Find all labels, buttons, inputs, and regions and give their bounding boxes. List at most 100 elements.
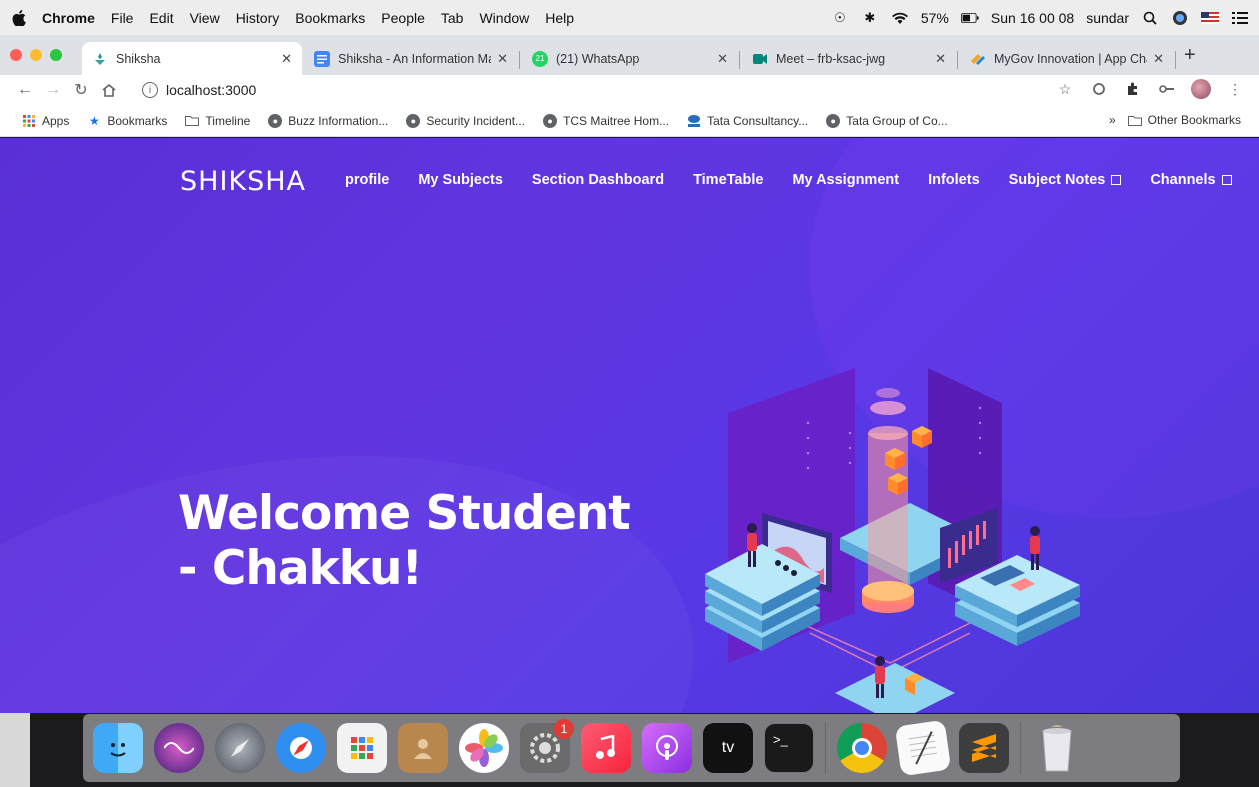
- notification-center-icon[interactable]: [1231, 11, 1249, 25]
- tab-divider: [957, 51, 958, 69]
- chrome-menu-icon[interactable]: ⋮: [1225, 79, 1245, 99]
- bluetooth-icon[interactable]: ✱: [861, 10, 879, 25]
- tab-shiksha[interactable]: Shiksha ✕: [82, 42, 302, 75]
- home-icon[interactable]: [98, 79, 120, 101]
- extension-circle-icon[interactable]: [1089, 79, 1109, 99]
- site-info-icon[interactable]: i: [142, 82, 158, 98]
- bookmark-star-icon[interactable]: ☆: [1055, 79, 1075, 99]
- menu-tab[interactable]: Tab: [441, 10, 464, 26]
- nav-profile[interactable]: profile: [345, 172, 389, 188]
- accessibility-icon[interactable]: ☉: [831, 10, 849, 25]
- siri-icon[interactable]: [154, 723, 204, 773]
- wifi-icon[interactable]: [891, 11, 909, 25]
- siri-menubar-icon[interactable]: [1171, 10, 1189, 25]
- dock-separator: [1020, 722, 1021, 774]
- minimize-window-button[interactable]: [30, 49, 42, 61]
- menubar-clock[interactable]: Sun 16 00 08: [991, 10, 1074, 26]
- globe-icon: ●: [268, 113, 283, 128]
- close-tab-icon[interactable]: ✕: [281, 51, 292, 67]
- menu-bookmarks[interactable]: Bookmarks: [295, 10, 365, 26]
- bookmark-security-incident[interactable]: ● Security Incident...: [406, 113, 526, 128]
- menu-window[interactable]: Window: [479, 10, 529, 26]
- tab-whatsapp[interactable]: 21 (21) WhatsApp ✕: [522, 42, 738, 75]
- nav-channels[interactable]: Channels: [1150, 172, 1232, 188]
- tab-shiksha-docs[interactable]: Shiksha - An Information Ma ✕: [304, 42, 518, 75]
- spotlight-search-icon[interactable]: [1141, 11, 1159, 25]
- nav-subject-notes[interactable]: Subject Notes: [1009, 172, 1122, 188]
- other-bookmarks[interactable]: Other Bookmarks: [1148, 113, 1241, 127]
- menu-history[interactable]: History: [236, 10, 280, 26]
- star-icon: ★: [88, 113, 100, 128]
- music-icon[interactable]: [581, 723, 631, 773]
- tv-label: tv: [721, 739, 735, 756]
- chrome-icon[interactable]: [837, 723, 887, 773]
- apple-tv-icon[interactable]: tv: [703, 723, 753, 773]
- photos-icon[interactable]: [459, 723, 509, 773]
- bookmark-tata-consultancy[interactable]: Tata Consultancy...: [687, 114, 808, 128]
- bookmark-bookmarks[interactable]: ★ Bookmarks: [87, 114, 167, 128]
- back-arrow-icon[interactable]: ←: [14, 79, 36, 101]
- close-window-button[interactable]: [10, 49, 22, 61]
- tata-logo-icon: [687, 114, 701, 128]
- password-key-icon[interactable]: [1157, 79, 1177, 99]
- reload-icon[interactable]: ↻: [70, 79, 92, 101]
- nav-timetable[interactable]: TimeTable: [693, 172, 763, 188]
- google-docs-favicon-icon: [314, 50, 330, 67]
- bookmark-apps[interactable]: Apps: [22, 114, 69, 128]
- profile-avatar[interactable]: [1191, 79, 1211, 99]
- sublime-text-icon[interactable]: [959, 723, 1009, 773]
- textedit-icon[interactable]: [894, 719, 952, 777]
- battery-icon[interactable]: [960, 11, 979, 25]
- site-brand-logo[interactable]: SHIKSHA: [180, 166, 306, 197]
- menubar-user[interactable]: sundar: [1086, 10, 1129, 26]
- apple-logo-icon[interactable]: [10, 9, 28, 27]
- bookmark-tcs-maitree[interactable]: ● TCS Maitree Hom...: [543, 113, 669, 128]
- us-flag-input-icon[interactable]: [1201, 11, 1219, 25]
- tab-divider: [739, 51, 740, 69]
- battery-percentage: 57%: [920, 9, 949, 26]
- new-tab-plus-icon[interactable]: +: [1184, 44, 1196, 67]
- bookmark-timeline[interactable]: Timeline: [185, 114, 250, 128]
- menu-view[interactable]: View: [190, 10, 220, 26]
- bookmark-buzz-information[interactable]: ● Buzz Information...: [268, 113, 388, 128]
- app-grid-icon[interactable]: [337, 723, 387, 773]
- bookmark-label: Apps: [42, 113, 70, 128]
- close-tab-icon[interactable]: ✕: [935, 51, 946, 67]
- address-url[interactable]: localhost:3000: [166, 82, 256, 98]
- whatsapp-favicon-icon: 21: [532, 50, 548, 67]
- menu-edit[interactable]: Edit: [149, 10, 173, 26]
- close-tab-icon[interactable]: ✕: [497, 51, 508, 67]
- nav-section-dashboard[interactable]: Section Dashboard: [532, 172, 664, 188]
- zoom-window-button[interactable]: [50, 49, 62, 61]
- nav-my-subjects[interactable]: My Subjects: [418, 172, 503, 188]
- address-bar[interactable]: i localhost:3000: [142, 78, 1062, 102]
- forward-arrow-icon[interactable]: →: [42, 79, 64, 101]
- system-preferences-icon[interactable]: 1: [520, 719, 574, 773]
- tab-mygov-innovation[interactable]: MyGov Innovation | App Cha ✕: [960, 42, 1174, 75]
- bookmarks-right: » Other Bookmarks: [1109, 113, 1241, 127]
- bookmarks-overflow-icon[interactable]: »: [1109, 113, 1116, 127]
- close-tab-icon[interactable]: ✕: [1153, 51, 1164, 67]
- trash-icon[interactable]: [1032, 723, 1082, 773]
- browser-tab-strip: Shiksha ✕ Shiksha - An Information Ma ✕ …: [0, 35, 1259, 75]
- launchpad-icon[interactable]: [215, 723, 265, 773]
- folder-icon: [185, 114, 200, 128]
- extensions-puzzle-icon[interactable]: [1123, 79, 1143, 99]
- terminal-icon[interactable]: >_: [764, 723, 814, 773]
- close-tab-icon[interactable]: ✕: [717, 51, 728, 67]
- tab-google-meet[interactable]: Meet – frb-ksac-jwg ✕: [742, 42, 956, 75]
- nav-my-assignment[interactable]: My Assignment: [792, 172, 899, 188]
- mygov-favicon-icon: [970, 51, 986, 67]
- menu-help[interactable]: Help: [545, 10, 574, 26]
- podcasts-icon[interactable]: [642, 723, 692, 773]
- bookmarks-bar: Apps ★ Bookmarks Timeline ● Buzz Informa…: [0, 105, 1259, 137]
- safari-icon[interactable]: [276, 723, 326, 773]
- menu-file[interactable]: File: [111, 10, 134, 26]
- finder-icon[interactable]: [93, 723, 143, 773]
- menu-app-name[interactable]: Chrome: [42, 10, 95, 26]
- contacts-icon[interactable]: [398, 723, 448, 773]
- bookmark-tata-group[interactable]: ● Tata Group of Co...: [826, 113, 948, 128]
- bookmark-label: Security Incident...: [426, 113, 526, 128]
- nav-infolets[interactable]: Infolets: [928, 172, 980, 188]
- menu-people[interactable]: People: [381, 10, 425, 26]
